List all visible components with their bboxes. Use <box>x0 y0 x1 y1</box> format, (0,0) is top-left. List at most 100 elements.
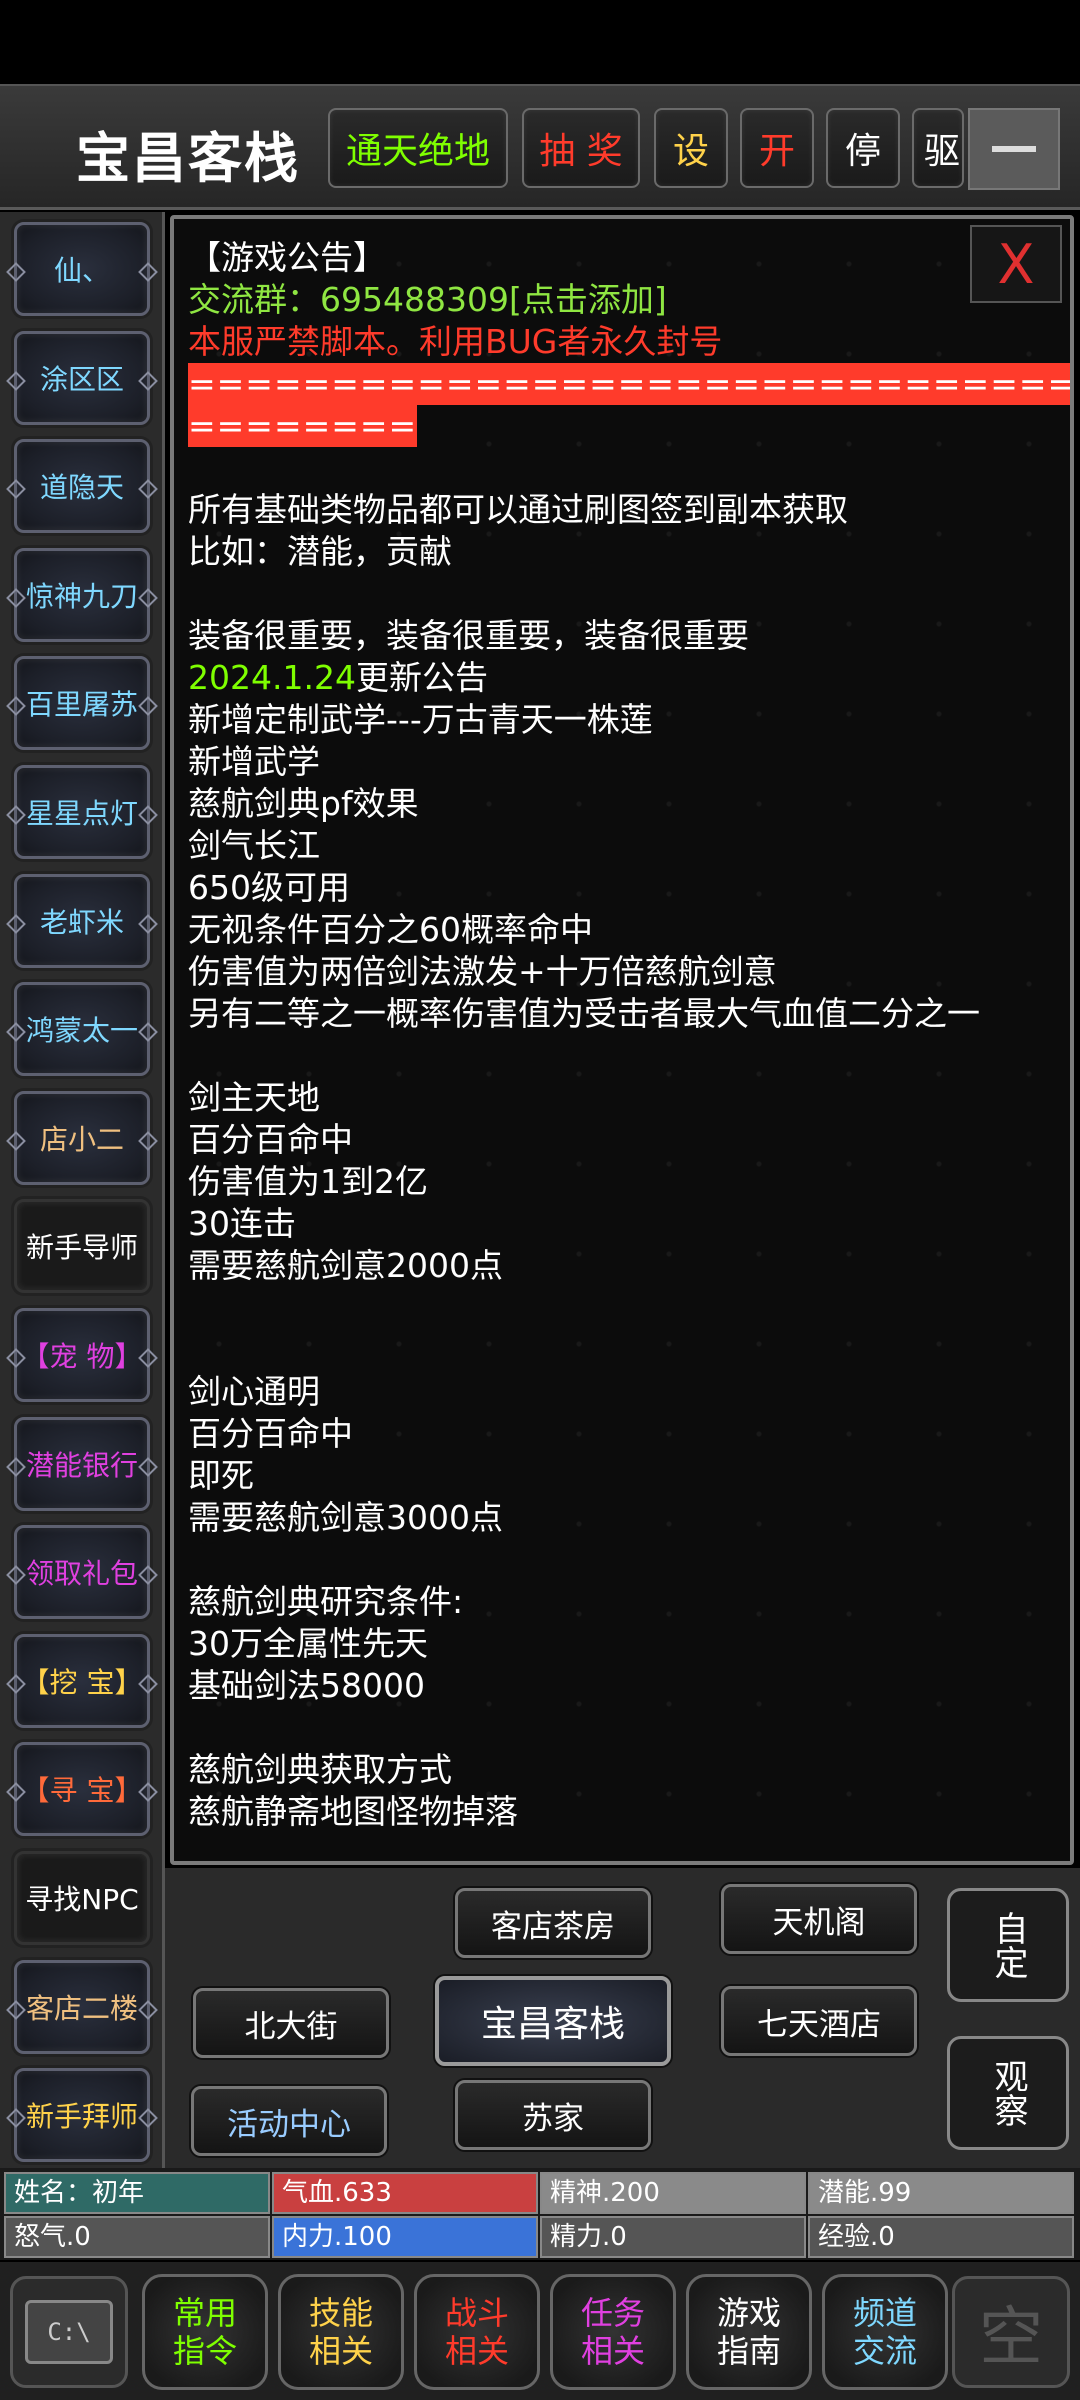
notice-line-text: 30万全属性先天 <box>188 1624 428 1663</box>
nav-button-label: 游戏指南 <box>716 2294 781 2370</box>
notice-line: 慈航剑典研究条件: <box>188 1581 1048 1623</box>
notice-line-text: 装备很重要，装备很重要，装备很重要 <box>188 616 749 655</box>
stat-potential: 潜能.99 <box>808 2172 1074 2214</box>
nav-button[interactable]: 技能相关 <box>278 2274 404 2390</box>
notice-line: 百分百命中 <box>188 1413 1048 1455</box>
notice-line-text: 无视条件百分之60概率命中 <box>188 910 593 949</box>
sidebar-item-label: 惊神九刀 <box>25 579 138 613</box>
tongtian-button[interactable]: 通天绝地 <box>328 108 508 188</box>
sidebar-item[interactable]: 星星点灯 <box>14 765 150 859</box>
map-area: 客店茶房 天机阁 北大街 宝昌客栈 七天酒店 活动中心 苏家 自定 观察 <box>165 1868 1080 2168</box>
notice-line: 【游戏公告】 <box>188 237 1048 279</box>
nav-button[interactable]: 频道交流 <box>822 2274 948 2390</box>
drive-button[interactable]: 驱 <box>912 108 964 188</box>
notice-line-text: 交流群：695488309[点击添加] <box>188 280 667 319</box>
sidebar-item[interactable]: 客店二楼 <box>14 1959 150 2054</box>
notice-line-text: 基础剑法58000 <box>188 1666 425 1705</box>
sidebar-item[interactable]: 【挖 宝】 <box>14 1633 150 1728</box>
notice-line-text: 剑主天地 <box>188 1078 320 1117</box>
nav-button[interactable]: 任务相关 <box>550 2274 676 2390</box>
notice-line <box>188 573 1048 615</box>
sidebar-item[interactable]: 道隐天 <box>14 439 150 534</box>
notice-line-text: ======== <box>188 405 418 447</box>
notice-line: 650级可用 <box>188 867 1048 909</box>
notice-line-suffix: 更新公告 <box>355 658 488 697</box>
exit-northeast-label: 天机阁 <box>772 1904 866 1941</box>
sidebar-item-label: 涂区区 <box>39 362 124 396</box>
sidebar-item[interactable]: 老虾米 <box>14 873 150 968</box>
notice-line: 伤害值为1到2亿 <box>188 1161 1048 1203</box>
sidebar-item-label: 领取礼包 <box>25 1557 138 1591</box>
notice-line-text: 2024.1.24 <box>188 658 356 697</box>
notice-line: ========================================… <box>188 363 1070 405</box>
settings-button[interactable]: 设 <box>654 108 728 188</box>
custom-button[interactable]: 自定 <box>947 1888 1069 2002</box>
notice-line-text: 即死 <box>188 1456 254 1495</box>
sidebar-item[interactable]: 仙、 <box>14 222 150 316</box>
notice-line-text: 伤害值为两倍剑法激发+十万倍慈航剑意 <box>188 952 777 991</box>
notice-line: 新增定制武学---万古青天一株莲 <box>188 699 1048 741</box>
exit-southwest[interactable]: 活动中心 <box>191 2086 387 2156</box>
notice-line: 装备很重要，装备很重要，装备很重要 <box>188 615 1048 657</box>
sidebar-item[interactable]: 涂区区 <box>14 330 150 425</box>
notice-line-text: 慈航剑典研究条件: <box>188 1582 464 1621</box>
nav-button[interactable]: 游戏指南 <box>686 2274 812 2390</box>
seal-icon[interactable]: 空 <box>952 2276 1070 2388</box>
exit-west[interactable]: 北大街 <box>193 1988 389 2058</box>
exit-northeast[interactable]: 天机阁 <box>721 1884 917 1954</box>
notice-line: 本服严禁脚本。利用BUG者永久封号 <box>188 321 1048 363</box>
nav-button-label: 常用指令 <box>172 2294 237 2370</box>
notice-line-text: 慈航静斋地图怪物掉落 <box>188 1792 518 1831</box>
announcement-panel: X 【游戏公告】 交流群：695488309[点击添加] 本服严禁脚本。利用BUG者… <box>170 215 1074 1865</box>
stat-rage: 怒气.0 <box>4 2216 270 2258</box>
sidebar-item[interactable]: 新手导师 <box>14 1199 150 1294</box>
notice-line-text: 新增定制武学---万古青天一株莲 <box>188 700 653 739</box>
sidebar-item-label: 客店二楼 <box>25 1991 138 2025</box>
nav-button-label: 战斗相关 <box>444 2294 509 2370</box>
stat-name: 姓名：初年 <box>4 2172 270 2214</box>
drive-label: 驱 <box>924 131 961 172</box>
exit-north[interactable]: 客店茶房 <box>455 1888 651 1958</box>
sidebar-item-label: 道隐天 <box>39 471 124 505</box>
top-header: 宝昌客栈 通天绝地 抽 奖 设 开 停 驱 <box>0 84 1080 210</box>
notice-line: 30连击 <box>188 1203 1048 1245</box>
notice-line-text: 本服严禁脚本。利用BUG者永久封号 <box>188 322 723 361</box>
sidebar-item[interactable]: 鸿蒙太一 <box>14 982 150 1077</box>
sidebar-item[interactable]: 店小二 <box>14 1090 150 1185</box>
notice-line-text: 慈航剑典pf效果 <box>188 784 419 823</box>
sidebar-item[interactable]: 领取礼包 <box>14 1525 150 1620</box>
sidebar-item[interactable]: 惊神九刀 <box>14 547 150 642</box>
exit-east[interactable]: 七天酒店 <box>721 1986 917 2056</box>
sidebar-item[interactable]: 百里屠苏 <box>14 656 150 751</box>
notice-line[interactable]: 交流群：695488309[点击添加] <box>188 279 1048 321</box>
sidebar-item-label: 新手拜师 <box>25 2100 138 2134</box>
start-label: 开 <box>758 131 795 172</box>
minimize-button[interactable] <box>968 108 1060 190</box>
start-button[interactable]: 开 <box>740 108 814 188</box>
sidebar-item[interactable]: 寻找NPC <box>14 1851 150 1945</box>
sidebar-item-label: 鸿蒙太一 <box>25 1014 138 1048</box>
sidebar-item[interactable]: 新手拜师 <box>14 2068 150 2163</box>
exit-southwest-label: 活动中心 <box>227 2106 351 2143</box>
exit-south[interactable]: 苏家 <box>455 2080 651 2150</box>
sidebar-item[interactable]: 【宠 物】 <box>14 1308 150 1402</box>
current-location-label: 宝昌客栈 <box>480 2004 625 2045</box>
notice-line <box>188 1035 1048 1077</box>
notice-line: 慈航剑典pf效果 <box>188 783 1048 825</box>
nav-button[interactable]: 常用指令 <box>142 2274 268 2390</box>
console-button[interactable]: C:\ <box>10 2276 128 2388</box>
sidebar-item[interactable]: 【寻 宝】 <box>14 1742 150 1837</box>
notice-line: 30万全属性先天 <box>188 1623 1048 1665</box>
stop-button[interactable]: 停 <box>826 108 900 188</box>
sidebar-item-label: 【挖 宝】 <box>21 1665 143 1699</box>
notice-line-text: 慈航剑典获取方式 <box>188 1750 452 1789</box>
notice-line-text: 百分百命中 <box>188 1120 353 1159</box>
notice-line: 比如：潜能，贡献 <box>188 531 1048 573</box>
sidebar-item[interactable]: 潜能银行 <box>14 1416 150 1511</box>
notice-line: 即死 <box>188 1455 1048 1497</box>
observe-button[interactable]: 观察 <box>947 2036 1069 2150</box>
lottery-button[interactable]: 抽 奖 <box>522 108 640 188</box>
stat-energy: 精力.0 <box>540 2216 806 2258</box>
nav-button[interactable]: 战斗相关 <box>414 2274 540 2390</box>
notice-line: 需要慈航剑意3000点 <box>188 1497 1048 1539</box>
